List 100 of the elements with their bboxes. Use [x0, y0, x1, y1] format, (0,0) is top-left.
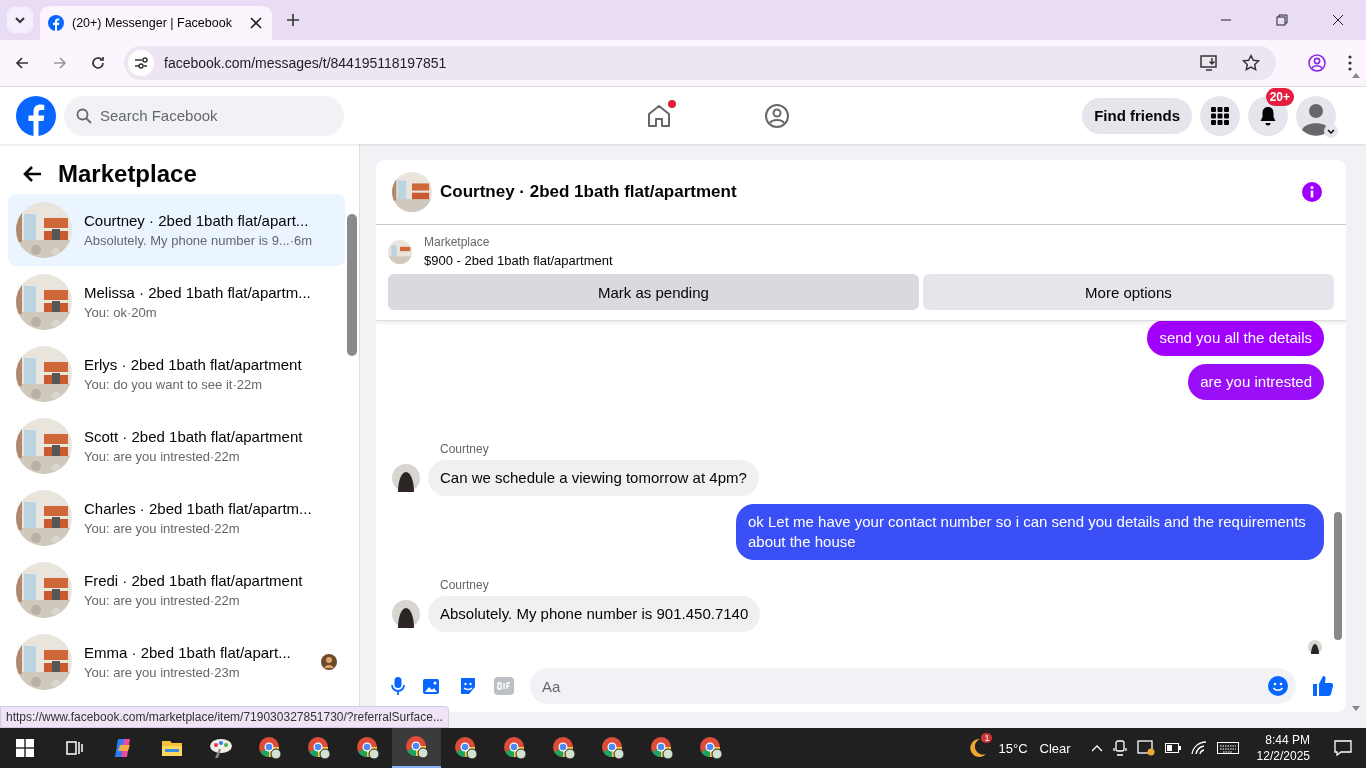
reload-icon[interactable] — [90, 55, 106, 71]
grid-icon — [1211, 106, 1229, 125]
search-icon — [76, 107, 92, 124]
notifications-icon[interactable] — [1334, 740, 1352, 756]
notification-badge: 1 — [981, 733, 993, 743]
received-message: Can we schedule a viewing tomorrow at 4pm? — [428, 460, 759, 496]
notification-badge: 20+ — [1265, 87, 1294, 106]
browser-icon — [502, 736, 527, 760]
sidebar-title: Marketplace — [58, 160, 197, 188]
sender-name: Courtney — [439, 442, 490, 456]
chevron-icon — [14, 14, 26, 26]
status-url: https://www.facebook.com/marketplace/item/719030327851730/?referralSurface... — [0, 706, 449, 728]
conversation-name: Fredi · 2bed 1bath flat/apartment — [84, 572, 304, 589]
browser-icon — [306, 736, 331, 760]
caret-icon[interactable] — [1324, 123, 1338, 138]
sent-message: send you all the details — [1147, 321, 1324, 356]
menu-icon[interactable] — [1348, 55, 1352, 71]
conversation-item[interactable]: Emma · 2bed 1bath flat/apart... You: are you intrested·23m — [8, 626, 345, 698]
site-settings-icon[interactable] — [128, 50, 154, 76]
forward-icon[interactable] — [52, 55, 68, 71]
facebook-logo-icon[interactable] — [16, 95, 56, 136]
message-preview: You: ok — [84, 305, 127, 320]
browser-button[interactable] — [392, 728, 441, 768]
bell-icon — [1258, 105, 1278, 126]
browser-icon — [600, 736, 625, 760]
conversation-item[interactable]: Erlys · 2bed 1bath flat/apartment You: do you want to see it·22m — [8, 338, 345, 410]
avatar-icon — [392, 464, 420, 492]
folder-icon — [160, 738, 183, 758]
scroll-up-icon[interactable] — [1352, 72, 1360, 78]
install-app-icon[interactable] — [1200, 54, 1218, 72]
friends-icon[interactable] — [764, 102, 791, 129]
find-friends-button[interactable]: Find friends — [1082, 97, 1192, 134]
listing-title[interactable]: $900 - 2bed 1bath flat/apartment — [424, 253, 613, 268]
conversation-name: Emma · 2bed 1bath flat/apart... — [84, 644, 292, 661]
message-preview: You: are you intrested — [84, 521, 210, 536]
conversation-name: Scott · 2bed 1bath flat/apartment — [84, 428, 304, 445]
time-label: ·22m — [210, 449, 240, 464]
browser-icon — [355, 736, 380, 760]
read-receipt-avatar — [1308, 640, 1322, 654]
emoji-icon[interactable] — [1268, 676, 1288, 696]
close-icon[interactable] — [250, 17, 262, 29]
browser-icon — [453, 736, 478, 760]
star-icon[interactable] — [1242, 54, 1260, 72]
sticker-icon[interactable] — [458, 676, 478, 696]
weather-label[interactable]: Clear — [1039, 740, 1071, 756]
browser-icon — [698, 736, 723, 760]
listing-action-button[interactable]: Mark as pending — [388, 274, 919, 310]
back-arrow-icon[interactable] — [22, 165, 42, 183]
caret-icon[interactable] — [1090, 744, 1103, 752]
info-icon[interactable] — [1302, 182, 1322, 202]
conversation-item[interactable]: Scott · 2bed 1bath flat/apartment You: are you intrested·22m — [8, 410, 345, 482]
time-label: ·22m — [210, 521, 240, 536]
browser-icon — [551, 736, 576, 760]
windows-logo-icon — [15, 739, 34, 757]
received-message: Absolutely. My phone number is 901.450.7140 — [428, 596, 761, 632]
message-preview: You: are you intrested — [84, 449, 210, 464]
thumbs-up-icon[interactable] — [1312, 675, 1334, 697]
photo-icon[interactable] — [422, 676, 442, 696]
new-tab-icon[interactable] — [286, 13, 300, 27]
back-icon[interactable] — [14, 55, 30, 71]
home-icon[interactable] — [646, 102, 673, 129]
browser-icon — [649, 736, 674, 760]
camera-icon[interactable] — [1112, 740, 1127, 756]
facebook-logo-icon — [48, 15, 64, 31]
restore-icon[interactable] — [1276, 14, 1288, 26]
scroll-down-icon[interactable] — [1352, 706, 1360, 712]
time-label: ·20m — [126, 305, 157, 320]
message-input[interactable]: Aa — [530, 668, 1296, 704]
clock-date[interactable]: 12/2/2025 — [1256, 748, 1310, 764]
menu-button[interactable] — [1200, 95, 1240, 136]
close-icon[interactable] — [1332, 14, 1344, 26]
task-view-icon — [64, 739, 83, 757]
wifi-icon[interactable] — [1190, 741, 1207, 755]
keyboard-icon[interactable] — [1216, 742, 1239, 754]
message-preview: Absolutely. My phone number is 9... — [84, 233, 290, 248]
browser-tab[interactable]: (20+) Messenger | Facebook — [40, 6, 272, 40]
network-alert-icon[interactable] — [1136, 740, 1155, 756]
time-label: ·22m — [232, 377, 263, 392]
conversation-item[interactable]: Melissa · 2bed 1bath flat/apartm... You: ok·20m — [8, 266, 345, 338]
conversation-name: Courtney · 2bed 1bath flat/apart... — [84, 212, 310, 229]
profile-icon[interactable] — [1308, 54, 1326, 72]
search-field[interactable]: Search Facebook — [64, 95, 344, 136]
tab-search-button[interactable] — [7, 7, 33, 33]
address-bar[interactable]: facebook.com/messages/t/844195118197851 — [124, 46, 1276, 80]
battery-icon[interactable] — [1164, 743, 1181, 753]
browser-icon — [404, 735, 429, 759]
message-preview: You: are you intrested — [84, 593, 210, 608]
sender-name: Courtney — [439, 578, 490, 592]
conversation-item[interactable]: Courtney · 2bed 1bath flat/apart... Absolutely. My phone number is 9...·6m — [8, 194, 345, 266]
listing-action-button[interactable]: More options — [922, 274, 1334, 310]
avatar-icon[interactable] — [1296, 95, 1336, 136]
palette-icon — [208, 737, 233, 759]
sent-message: are you intrested — [1188, 364, 1324, 400]
time-label: ·23m — [210, 665, 240, 680]
temperature-label[interactable]: 15°C — [998, 740, 1028, 756]
time-label: ·22m — [210, 593, 240, 608]
clock-time[interactable]: 8:44 PM — [1265, 732, 1310, 748]
conversation-item[interactable]: Charles · 2bed 1bath flat/apartm... You: are you intrested·22m — [8, 482, 345, 554]
microphone-icon[interactable] — [390, 676, 406, 696]
conversation-item[interactable]: Fredi · 2bed 1bath flat/apartment You: are you intrested·22m — [8, 554, 345, 626]
